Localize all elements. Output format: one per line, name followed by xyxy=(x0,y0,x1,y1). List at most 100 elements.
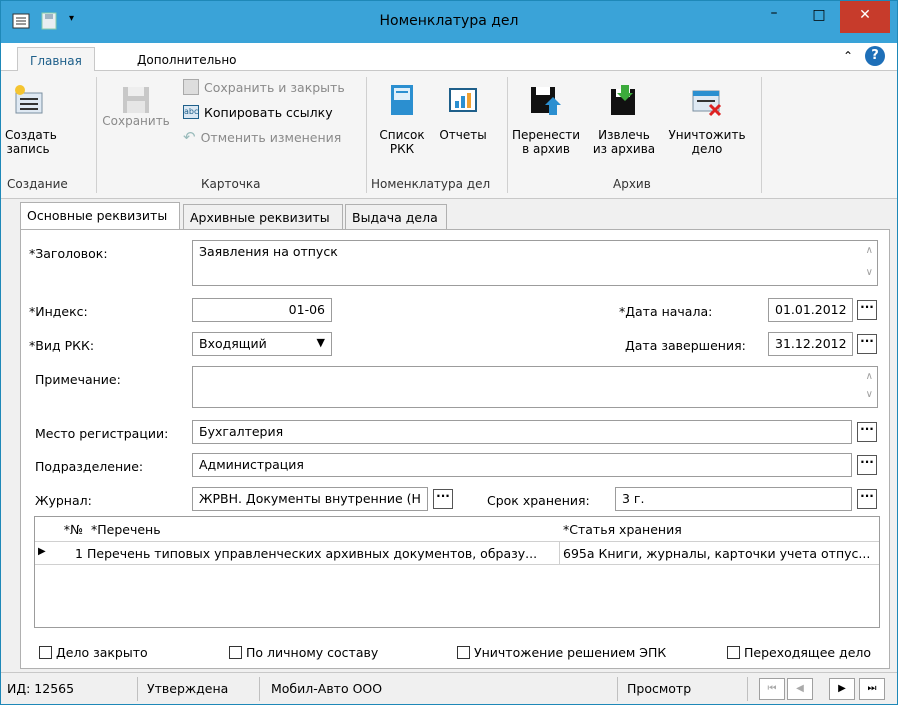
copy-link-label: Копировать ссылку xyxy=(204,104,333,120)
checkbox-icon xyxy=(457,646,470,659)
save-close-icon xyxy=(183,79,199,95)
scroll-up-icon[interactable]: ∧ xyxy=(866,371,873,382)
tab-main[interactable]: Главная xyxy=(17,47,95,72)
move-archive-label-2: в архив xyxy=(522,142,570,156)
save-disk-icon xyxy=(123,87,149,113)
end-date-field[interactable]: 31.12.2012 xyxy=(768,332,853,356)
first-record-icon[interactable]: ⏮ xyxy=(759,678,785,700)
extract-archive-label: Извлечь xyxy=(598,128,650,142)
tab-archive-details[interactable]: Архивные реквизиты xyxy=(183,204,343,230)
status-state: Утверждена xyxy=(147,681,229,696)
place-lookup-button[interactable]: ··· xyxy=(857,422,877,442)
tab-main-details[interactable]: Основные реквизиты xyxy=(20,202,180,230)
move-archive-label: Перенести xyxy=(511,128,581,142)
start-date-label: *Дата начала: xyxy=(619,304,713,319)
status-separator xyxy=(137,677,138,701)
dept-label: Подразделение: xyxy=(35,459,144,474)
reports-button[interactable]: Отчеты xyxy=(435,83,491,142)
archive-upload-icon xyxy=(531,87,561,115)
minimize-button[interactable]: – xyxy=(751,1,797,33)
group-create-label: Создание xyxy=(7,177,68,191)
maximize-button[interactable]: □ xyxy=(796,1,842,33)
undo-icon: ↶ xyxy=(183,128,196,146)
cancel-changes-label: Отменить изменения xyxy=(200,129,342,145)
row-list: Перечень типовых управленческих архивных… xyxy=(87,546,538,561)
copy-link-icon: abc xyxy=(183,105,199,119)
rkk-type-value: Входящий xyxy=(199,336,267,351)
cancel-changes-button[interactable]: ↶ Отменить изменения xyxy=(183,127,341,147)
application-window: ▾ Номенклатура дел – □ ✕ Главная Дополни… xyxy=(0,0,898,705)
save-close-button[interactable]: Сохранить и закрыть xyxy=(183,77,345,97)
save-button[interactable]: Сохранить xyxy=(101,83,171,128)
extract-from-archive-button[interactable]: Извлечь из архива xyxy=(589,83,659,156)
scroll-down-icon[interactable]: ∨ xyxy=(866,389,873,400)
collapse-ribbon-icon[interactable]: ⌃ xyxy=(843,49,853,63)
group-card-label: Карточка xyxy=(201,177,261,191)
next-record-icon[interactable]: ▶ xyxy=(829,678,855,700)
help-icon[interactable]: ? xyxy=(865,46,885,66)
destroy-case-button[interactable]: Уничтожить дело xyxy=(667,83,747,156)
nomenclature-grid[interactable]: *№ *Перечень *Статья хранения ▶ 1 Перече… xyxy=(34,516,880,628)
index-field[interactable]: 01-06 xyxy=(192,298,332,322)
new-record-icon xyxy=(15,85,43,114)
title-value: Заявления на отпуск xyxy=(199,244,338,259)
group-nomenclature-label: Номенклатура дел xyxy=(371,177,491,191)
checkbox-personnel[interactable]: По личному составу xyxy=(229,645,378,660)
chevron-down-icon: ▼ xyxy=(316,336,325,349)
dept-field[interactable]: Администрация xyxy=(192,453,852,477)
retention-field[interactable]: 3 г. xyxy=(615,487,852,511)
scroll-up-icon[interactable]: ∧ xyxy=(866,245,873,256)
note-field[interactable]: ∧ ∨ xyxy=(192,366,878,408)
dept-lookup-button[interactable]: ··· xyxy=(857,455,877,475)
epk-destroy-label: Уничтожение решением ЭПК xyxy=(474,645,667,660)
ribbon-separator xyxy=(761,77,762,193)
status-mode: Просмотр xyxy=(627,681,692,696)
last-record-icon[interactable]: ⏭ xyxy=(859,678,885,700)
table-row[interactable]: ▶ 1 Перечень типовых управленческих архи… xyxy=(35,541,879,565)
rkk-list-button[interactable]: Список РКК xyxy=(377,83,427,156)
reports-label: Отчеты xyxy=(439,128,487,142)
journal-field[interactable]: ЖРВН. Документы внутренние (Н xyxy=(192,487,428,511)
status-id: ИД: 12565 xyxy=(7,681,75,696)
personnel-label: По личному составу xyxy=(246,645,379,660)
archive-download-icon xyxy=(611,85,635,115)
copy-link-button[interactable]: abc Копировать ссылку xyxy=(183,102,333,122)
journal-lookup-button[interactable]: ··· xyxy=(433,489,453,509)
destroy-label: Уничтожить xyxy=(668,128,746,142)
journal-label: Журнал: xyxy=(35,493,92,508)
create-label: Создать xyxy=(5,128,57,142)
extract-archive-label-2: из архива xyxy=(592,142,656,156)
rkk-list-label-2: РКК xyxy=(389,142,415,156)
rkk-type-label: *Вид РКК: xyxy=(29,338,95,353)
scroll-down-icon[interactable]: ∨ xyxy=(866,267,873,278)
retention-lookup-button[interactable]: ··· xyxy=(857,489,877,509)
ribbon-separator xyxy=(96,77,97,193)
create-record-button[interactable]: Создать запись xyxy=(5,83,57,156)
checkbox-transitional[interactable]: Переходящее дело xyxy=(727,645,871,660)
col-header-num[interactable]: *№ xyxy=(53,517,83,541)
note-label: Примечание: xyxy=(35,372,121,387)
title-field[interactable]: Заявления на отпуск ∧ ∨ xyxy=(192,240,878,286)
checkbox-icon xyxy=(39,646,52,659)
checkbox-case-closed[interactable]: Дело закрыто xyxy=(39,645,148,660)
prev-record-icon[interactable]: ◀ xyxy=(787,678,813,700)
end-date-picker-button[interactable]: ··· xyxy=(857,334,877,354)
tab-case-issue[interactable]: Выдача дела xyxy=(345,204,447,230)
col-header-list[interactable]: *Перечень xyxy=(91,517,161,541)
start-date-field[interactable]: 01.01.2012 xyxy=(768,298,853,322)
index-label: *Индекс: xyxy=(29,304,88,319)
place-field[interactable]: Бухгалтерия xyxy=(192,420,852,444)
place-label: Место регистрации: xyxy=(35,426,169,441)
col-header-article[interactable]: *Статья хранения xyxy=(563,517,682,541)
rkk-type-select[interactable]: Входящий ▼ xyxy=(192,332,332,356)
move-to-archive-button[interactable]: Перенести в архив xyxy=(511,83,581,156)
checkbox-epk-destroy[interactable]: Уничтожение решением ЭПК xyxy=(457,645,666,660)
chart-icon xyxy=(449,88,477,112)
ribbon-separator xyxy=(507,77,508,193)
tab-additional[interactable]: Дополнительно xyxy=(125,47,249,72)
rkk-list-label: Список xyxy=(379,128,425,142)
retention-label: Срок хранения: xyxy=(487,493,590,508)
start-date-picker-button[interactable]: ··· xyxy=(857,300,877,320)
form-panel: *Заголовок: Заявления на отпуск ∧ ∨ *Инд… xyxy=(20,229,890,669)
close-button[interactable]: ✕ xyxy=(840,1,890,33)
